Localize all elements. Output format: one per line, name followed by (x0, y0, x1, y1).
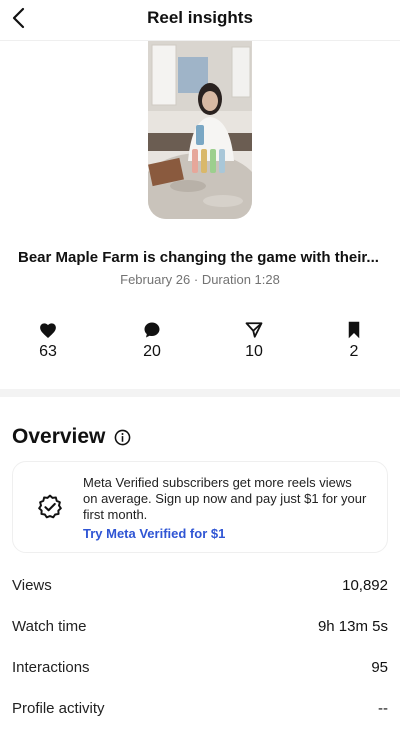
saves-count: 2 (349, 343, 359, 360)
bookmark-icon (348, 321, 360, 339)
metric-value: 10,892 (342, 577, 388, 594)
likes-stat: 63 (18, 319, 78, 361)
shares-stat: 10 (224, 319, 284, 361)
reel-duration: Duration 1:28 (201, 272, 280, 287)
metric-row-views[interactable]: Views 10,892 (0, 565, 400, 606)
metric-label: Interactions (12, 659, 90, 676)
reel-date: February 26 (120, 272, 191, 287)
heart-icon (40, 322, 56, 338)
reel-title: Bear Maple Farm is changing the game wit… (18, 249, 379, 266)
comment-icon (144, 322, 160, 338)
likes-count: 63 (39, 343, 57, 360)
metric-value: 9h 13m 5s (317, 618, 388, 635)
reel-meta: February 26 · Duration 1:28 (0, 272, 400, 287)
metric-value: -- (378, 700, 388, 717)
comments-stat: 20 (122, 319, 182, 361)
meta-verified-promo: Meta Verified subscribers get more reels… (12, 461, 388, 553)
promo-text: Meta Verified subscribers get more reels… (83, 475, 367, 522)
engagement-stats: 63 20 10 2 (0, 319, 400, 381)
metrics-list: Views 10,892 Watch time 9h 13m 5s Intera… (0, 565, 400, 729)
verified-badge-icon (38, 494, 62, 519)
info-button[interactable] (113, 428, 131, 446)
metric-row-interactions[interactable]: Interactions 95 (0, 647, 400, 688)
info-icon (114, 429, 131, 445)
reel-thumbnail-image (148, 41, 252, 219)
header: Reel insights (0, 0, 400, 41)
share-icon (245, 322, 263, 338)
overview-heading-row: Overview (12, 425, 400, 449)
metric-label: Views (12, 577, 52, 594)
comments-count: 20 (143, 343, 161, 360)
metric-label: Watch time (12, 618, 87, 635)
reel-thumbnail[interactable] (148, 41, 252, 219)
metric-label: Profile activity (12, 700, 105, 717)
metric-value: 95 (371, 659, 388, 676)
try-meta-verified-link[interactable]: Try Meta Verified for $1 (83, 526, 225, 541)
metric-row-profile-activity[interactable]: Profile activity -- (0, 688, 400, 729)
meta-separator: · (193, 272, 199, 287)
overview-heading: Overview (12, 425, 106, 448)
shares-count: 10 (245, 343, 263, 360)
section-divider (0, 389, 400, 397)
saves-stat: 2 (324, 319, 384, 361)
metric-row-watch-time[interactable]: Watch time 9h 13m 5s (0, 606, 400, 647)
page-title: Reel insights (147, 8, 253, 27)
